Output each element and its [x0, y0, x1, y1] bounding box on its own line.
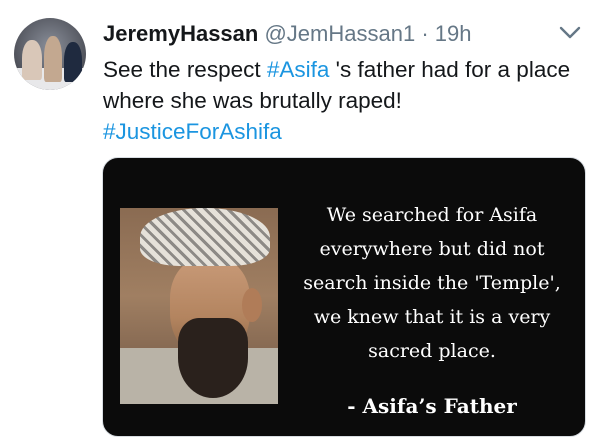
quote-line: everywhere but did not — [319, 238, 545, 260]
quote-line: we knew that it is a very — [313, 306, 551, 328]
hashtag-link[interactable]: #Asifa — [267, 57, 330, 82]
tweet-timestamp[interactable]: 19h — [435, 21, 472, 46]
quote-attribution: - Asifa’s Father — [347, 394, 517, 418]
separator-dot: · — [421, 21, 429, 46]
tweet: JeremyHassan @JemHassan1 · 19h See the r… — [0, 0, 600, 443]
author-name[interactable]: JeremyHassan — [103, 21, 258, 46]
quote-line: We searched for Asifa — [326, 204, 538, 226]
chevron-down-icon[interactable] — [559, 24, 581, 42]
photo-ear — [242, 288, 262, 322]
tweet-text-part: See the respect — [103, 57, 267, 82]
photo-of-man — [120, 208, 278, 404]
tweet-media-image[interactable]: We searched for Asifa everywhere but did… — [102, 157, 586, 437]
avatar-person — [22, 40, 42, 80]
avatar-person — [64, 42, 82, 82]
quote-line: search inside the 'Temple', — [303, 272, 561, 294]
hashtag-link[interactable]: #JusticeForAshifa — [103, 119, 282, 144]
tweet-text: See the respect #Asifa 's father had for… — [103, 54, 583, 147]
tweet-header: JeremyHassan @JemHassan1 · 19h — [103, 20, 472, 48]
quote-line: sacred place. — [368, 340, 496, 362]
avatar[interactable] — [14, 18, 86, 90]
author-handle[interactable]: @JemHassan1 — [264, 21, 415, 46]
photo-beard — [178, 318, 248, 398]
quote-text: We searched for Asifa everywhere but did… — [287, 198, 577, 368]
avatar-person — [44, 36, 62, 82]
photo-cap — [140, 208, 270, 266]
